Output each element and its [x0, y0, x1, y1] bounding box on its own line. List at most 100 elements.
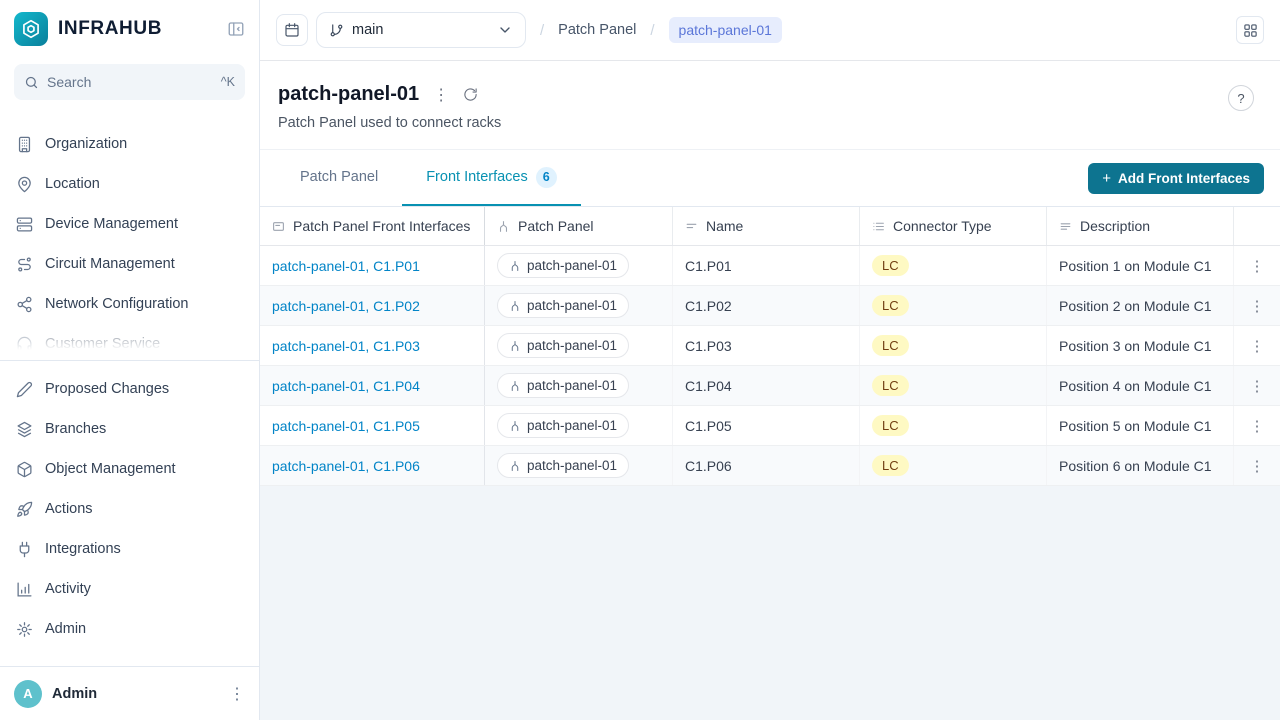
- column-header-description[interactable]: Description: [1047, 207, 1234, 245]
- chart-icon: [16, 581, 33, 598]
- interface-link[interactable]: patch-panel-01, C1.P06: [272, 458, 420, 474]
- user-menu-kebab-icon[interactable]: ⋮: [229, 684, 245, 704]
- interface-link[interactable]: patch-panel-01, C1.P02: [272, 298, 420, 314]
- row-kebab-icon[interactable]: ⋮: [1250, 337, 1265, 355]
- description-cell: Position 6 on Module C1: [1047, 446, 1234, 485]
- sidebar-collapse-icon[interactable]: [227, 20, 245, 38]
- table-row[interactable]: patch-panel-01, C1.P06 patch-panel-01 C1…: [260, 446, 1280, 486]
- object-kebab-icon[interactable]: ⋮: [433, 85, 449, 105]
- column-label: Connector Type: [893, 218, 992, 234]
- sidebar-item-object-management[interactable]: Object Management: [0, 449, 259, 489]
- interface-link[interactable]: patch-panel-01, C1.P05: [272, 418, 420, 434]
- calendar-icon: [284, 22, 300, 38]
- box-icon: [16, 461, 33, 478]
- sidebar-item-network-configuration[interactable]: Network Configuration: [0, 284, 259, 324]
- sidebar-item-circuit-management[interactable]: Circuit Management: [0, 244, 259, 284]
- row-kebab-icon[interactable]: ⋮: [1250, 417, 1265, 435]
- add-front-interfaces-button[interactable]: + Add Front Interfaces: [1088, 163, 1264, 194]
- sidebar-divider: [0, 360, 259, 361]
- sidebar-item-label: Organization: [45, 136, 127, 152]
- breadcrumb-separator: /: [540, 22, 544, 39]
- interface-link[interactable]: patch-panel-01, C1.P03: [272, 338, 420, 354]
- plus-icon: +: [1102, 170, 1111, 187]
- column-label: Patch Panel: [518, 218, 594, 234]
- relationship-icon: [509, 340, 521, 352]
- sidebar-item-location[interactable]: Location: [0, 164, 259, 204]
- row-kebab-icon[interactable]: ⋮: [1250, 297, 1265, 315]
- patch-panel-pill[interactable]: patch-panel-01: [497, 413, 629, 438]
- row-kebab-icon[interactable]: ⋮: [1250, 257, 1265, 275]
- column-header-patch-panel[interactable]: Patch Panel: [485, 207, 673, 245]
- sidebar-item-organization[interactable]: Organization: [0, 124, 259, 164]
- sidebar-item-proposed-changes[interactable]: Proposed Changes: [0, 369, 259, 409]
- tab-patch-panel[interactable]: Patch Panel: [276, 150, 402, 206]
- sidebar-item-label: Admin: [45, 621, 86, 637]
- breadcrumb-separator: /: [650, 22, 654, 39]
- connector-type-badge: LC: [872, 415, 909, 436]
- table-row[interactable]: patch-panel-01, C1.P02 patch-panel-01 C1…: [260, 286, 1280, 326]
- row-kebab-icon[interactable]: ⋮: [1250, 457, 1265, 475]
- sidebar-item-branches[interactable]: Branches: [0, 409, 259, 449]
- refresh-icon[interactable]: [463, 87, 478, 102]
- search-input[interactable]: Search ^K: [14, 64, 245, 100]
- sidebar-spacer: [0, 653, 259, 666]
- tab-front-interfaces[interactable]: Front Interfaces 6: [402, 150, 581, 206]
- patch-panel-pill[interactable]: patch-panel-01: [497, 253, 629, 278]
- map-pin-icon: [16, 176, 33, 193]
- patch-panel-pill[interactable]: patch-panel-01: [497, 333, 629, 358]
- column-label: Patch Panel Front Interfaces: [293, 218, 470, 234]
- git-branch-icon: [329, 23, 344, 38]
- interface-link[interactable]: patch-panel-01, C1.P04: [272, 378, 420, 394]
- gear-icon: [16, 621, 33, 638]
- patch-panel-pill[interactable]: patch-panel-01: [497, 373, 629, 398]
- table-row[interactable]: patch-panel-01, C1.P05 patch-panel-01 C1…: [260, 406, 1280, 446]
- text-icon: [685, 220, 698, 233]
- connector-type-badge: LC: [872, 335, 909, 356]
- sidebar-item-admin[interactable]: Admin: [0, 609, 259, 649]
- description-cell: Position 2 on Module C1: [1047, 286, 1234, 325]
- name-cell: C1.P02: [673, 286, 860, 325]
- sidebar-item-integrations[interactable]: Integrations: [0, 529, 259, 569]
- server-icon: [16, 216, 33, 233]
- column-header-name[interactable]: Name: [673, 207, 860, 245]
- infrahub-logo-icon: [14, 12, 48, 46]
- relationship-icon: [509, 260, 521, 272]
- main-area: main / Patch Panel / patch-panel-01 patc…: [260, 0, 1280, 720]
- column-header-connector-type[interactable]: Connector Type: [860, 207, 1047, 245]
- table-row[interactable]: patch-panel-01, C1.P03 patch-panel-01 C1…: [260, 326, 1280, 366]
- sidebar-item-label: Branches: [45, 421, 106, 437]
- align-left-icon: [1059, 220, 1072, 233]
- search-shortcut: ^K: [221, 75, 235, 89]
- breadcrumb-current[interactable]: patch-panel-01: [669, 17, 782, 43]
- name-cell: C1.P04: [673, 366, 860, 405]
- connector-type-badge: LC: [872, 295, 909, 316]
- description-cell: Position 3 on Module C1: [1047, 326, 1234, 365]
- table-row[interactable]: patch-panel-01, C1.P01 patch-panel-01 C1…: [260, 246, 1280, 286]
- sidebar-item-customer-service[interactable]: Customer Service: [0, 324, 259, 350]
- patch-panel-pill[interactable]: patch-panel-01: [497, 453, 629, 478]
- help-button[interactable]: ?: [1228, 85, 1254, 111]
- interface-link[interactable]: patch-panel-01, C1.P01: [272, 258, 420, 274]
- sidebar-item-label: Proposed Changes: [45, 381, 169, 397]
- sidebar-item-device-management[interactable]: Device Management: [0, 204, 259, 244]
- rocket-icon: [16, 501, 33, 518]
- patch-panel-pill[interactable]: patch-panel-01: [497, 293, 629, 318]
- sidebar-item-label: Network Configuration: [45, 296, 188, 312]
- network-icon: [16, 296, 33, 313]
- sidebar-item-actions[interactable]: Actions: [0, 489, 259, 529]
- apps-grid-button[interactable]: [1236, 16, 1264, 44]
- plug-icon: [16, 541, 33, 558]
- table-row[interactable]: patch-panel-01, C1.P04 patch-panel-01 C1…: [260, 366, 1280, 406]
- time-travel-button[interactable]: [276, 14, 308, 46]
- branch-selector[interactable]: main: [316, 12, 526, 48]
- logo-row: INFRAHUB: [0, 0, 259, 58]
- user-row[interactable]: A Admin ⋮: [0, 666, 259, 720]
- sidebar-item-label: Customer Service: [45, 336, 160, 350]
- breadcrumb-parent[interactable]: Patch Panel: [558, 22, 636, 38]
- name-cell: C1.P05: [673, 406, 860, 445]
- column-header-front-interfaces[interactable]: Patch Panel Front Interfaces: [260, 207, 485, 245]
- sidebar-item-activity[interactable]: Activity: [0, 569, 259, 609]
- sidebar-item-label: Device Management: [45, 216, 178, 232]
- row-kebab-icon[interactable]: ⋮: [1250, 377, 1265, 395]
- column-label: Description: [1080, 218, 1150, 234]
